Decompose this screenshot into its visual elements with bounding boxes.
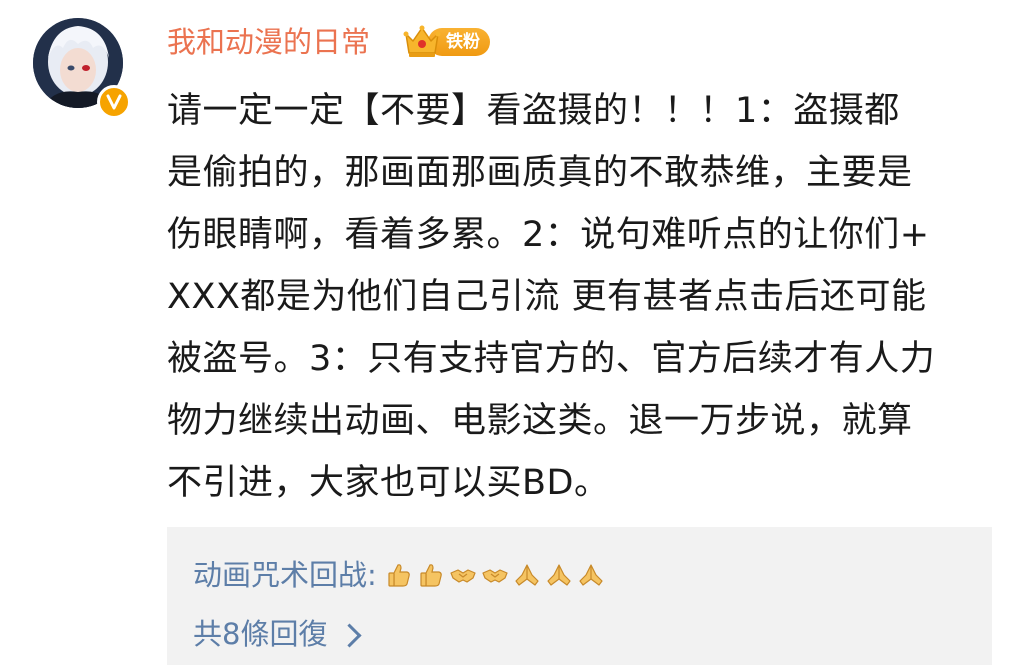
thumbs-up-icon [385,561,413,589]
comment-text-line: 是偷拍的，那画面那画质真的不敢恭维，主要是 [167,153,913,193]
fan-badge[interactable]: 铁粉 [402,24,490,60]
comment-text: 请一定一定【不要】看盗摄的！！！1：盗摄都 是偷拍的，那画面那画质真的不敢恭维，… [167,80,997,514]
view-all-replies-link[interactable]: 共8條回復 [193,614,362,654]
comment-author-name[interactable]: 我和动漫的日常 [167,22,370,62]
verified-badge [97,85,131,119]
comment-text-line: 请一定一定【不要】看盗摄的！！！1：盗摄都 [167,91,900,131]
verified-v-icon [106,94,122,110]
handshake-icon [449,561,477,589]
comment-text-line: 不引进，大家也可以买BD。 [167,463,610,503]
reply-preview-line: 动画咒术回战 : [193,555,609,595]
comment-text-line: 物力继续出动画、电影这类。退一万步说，就算 [167,401,913,441]
crown-icon [403,25,441,57]
reply-author-name[interactable]: 动画咒术回战 [193,555,367,595]
praying-hands-icon [513,561,541,589]
reply-count-label: 共8條回復 [193,617,328,651]
handshake-icon [481,561,509,589]
chevron-right-icon [337,622,362,648]
comment-text-line: 伤眼睛啊，看着多累。2：说句难听点的让你们+ [167,215,930,255]
comment-text-line: XXX都是为他们自己引流 更有甚者点击后还可能 [167,277,927,317]
thumbs-up-icon [417,561,445,589]
praying-hands-icon [577,561,605,589]
comment-text-line: 被盗号。3：只有支持官方的、官方后续才有人力 [167,339,936,379]
reply-emoji-row [385,561,609,589]
praying-hands-icon [545,561,573,589]
reply-colon: : [367,558,377,592]
reply-preview-box[interactable]: 动画咒术回战 : 共8條回復 [167,527,992,665]
